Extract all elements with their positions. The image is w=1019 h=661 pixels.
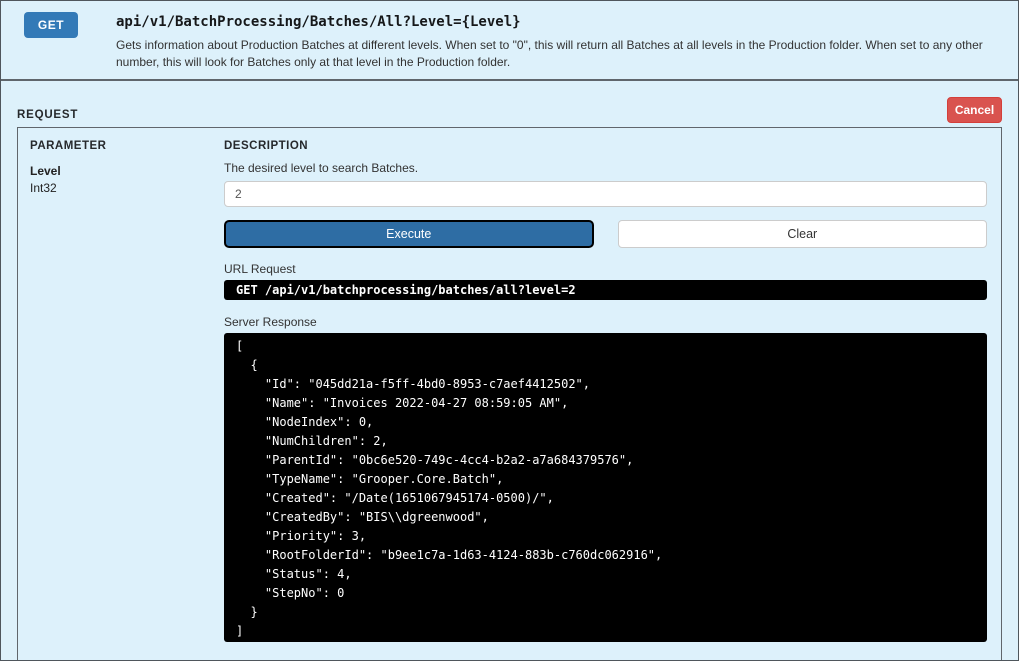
- request-section-label: REQUEST: [17, 109, 79, 121]
- operation-info: api/v1/BatchProcessing/Batches/All?Level…: [116, 12, 1002, 71]
- description-column-header: DESCRIPTION: [224, 140, 309, 152]
- server-response-body: [ { "Id": "045dd21a-f5ff-4bd0-8953-c7aef…: [224, 333, 987, 642]
- level-value-input[interactable]: [224, 181, 987, 207]
- cancel-button[interactable]: Cancel: [947, 97, 1002, 123]
- request-bar: REQUEST Cancel: [17, 97, 1002, 123]
- request-panel: PARAMETER Level Int32 DESCRIPTION The de…: [17, 127, 1002, 660]
- operation-header[interactable]: GET api/v1/BatchProcessing/Batches/All?L…: [1, 1, 1018, 81]
- url-request-value: GET /api/v1/batchprocessing/batches/all?…: [224, 280, 987, 300]
- action-buttons-row: Execute Clear: [224, 220, 987, 248]
- clear-button[interactable]: Clear: [617, 220, 987, 248]
- description-column: DESCRIPTION The desired level to search …: [224, 140, 987, 642]
- server-response-label: Server Response: [224, 315, 317, 329]
- url-request-label: URL Request: [224, 262, 296, 276]
- operation-description: Gets information about Production Batche…: [116, 38, 983, 69]
- method-badge: GET: [24, 12, 78, 38]
- parameter-description: The desired level to search Batches.: [224, 161, 419, 175]
- parameter-table: PARAMETER Level Int32 DESCRIPTION The de…: [30, 140, 987, 642]
- operation-path: api/v1/BatchProcessing/Batches/All?Level…: [116, 14, 521, 30]
- execute-button[interactable]: Execute: [224, 220, 594, 248]
- parameter-type: Int32: [30, 181, 57, 195]
- parameter-column-header: PARAMETER: [30, 140, 107, 152]
- parameter-name: Level: [30, 164, 61, 178]
- api-operation-page: GET api/v1/BatchProcessing/Batches/All?L…: [0, 0, 1019, 661]
- parameter-column: PARAMETER Level Int32: [30, 140, 224, 642]
